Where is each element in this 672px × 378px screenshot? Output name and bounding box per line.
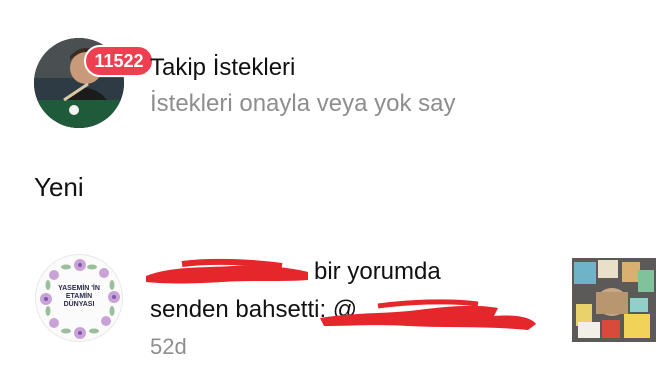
follow-requests-subtitle: İstekleri onayla veya yok say — [150, 90, 456, 117]
section-header-new: Yeni — [34, 172, 84, 202]
follow-requests-title: Takip İstekleri — [150, 54, 296, 81]
notification-text-line1: bir yorumda — [314, 258, 441, 285]
post-thumbnail[interactable] — [572, 258, 656, 342]
avatar-logo-text: YASEMİN 'İN ETAMİN DÜNYASI — [58, 285, 100, 308]
notification-timestamp: 52d — [150, 334, 187, 359]
notification-text-line2: senden bahsetti: @ — [150, 296, 358, 323]
request-count-badge: 11522 — [84, 45, 154, 77]
commenter-avatar[interactable]: YASEMİN 'İN ETAMİN DÜNYASI — [35, 254, 123, 342]
follow-requests-row[interactable]: 11522 Takip İstekleri İstekleri onayla v… — [0, 0, 672, 150]
